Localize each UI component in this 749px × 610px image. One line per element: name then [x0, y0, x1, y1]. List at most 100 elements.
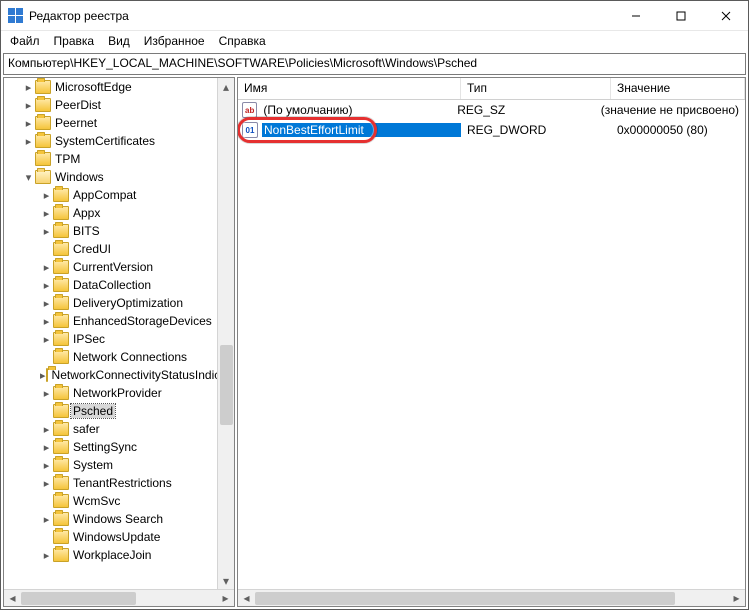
- tree-item[interactable]: AppCompat: [4, 186, 217, 204]
- tree-horizontal-scrollbar[interactable]: ◂ ▸: [4, 589, 234, 606]
- folder-closed-icon: [53, 404, 69, 418]
- expander-closed-icon[interactable]: [22, 135, 35, 148]
- tree-item[interactable]: MicrosoftEdge: [4, 78, 217, 96]
- expander-closed-icon[interactable]: [40, 549, 53, 562]
- menu-view[interactable]: Вид: [101, 33, 137, 49]
- minimize-button[interactable]: [613, 1, 658, 30]
- tree-item[interactable]: Psched: [4, 402, 217, 420]
- tree-item-label: Network Connections: [71, 350, 189, 364]
- maximize-button[interactable]: [658, 1, 703, 30]
- expander-closed-icon[interactable]: [40, 387, 53, 400]
- tree-item[interactable]: Appx: [4, 204, 217, 222]
- tree-item-label: CredUI: [71, 242, 113, 256]
- tree-item[interactable]: DataCollection: [4, 276, 217, 294]
- tree-item-label: safer: [71, 422, 102, 436]
- scroll-up-icon[interactable]: ▴: [218, 78, 234, 95]
- scroll-left-icon[interactable]: ◂: [4, 590, 21, 607]
- expander-closed-icon[interactable]: [40, 459, 53, 472]
- close-button[interactable]: [703, 1, 748, 30]
- tree-item[interactable]: CredUI: [4, 240, 217, 258]
- regedit-icon: [7, 8, 23, 24]
- menu-file[interactable]: Файл: [3, 33, 47, 49]
- expander-closed-icon[interactable]: [22, 99, 35, 112]
- value-data: 0x00000050 (80): [611, 123, 745, 137]
- values-list[interactable]: ab(По умолчанию)REG_SZ(значение не присв…: [238, 100, 745, 140]
- tree-item[interactable]: NetworkProvider: [4, 384, 217, 402]
- string-value-icon: ab: [242, 102, 257, 118]
- expander-closed-icon[interactable]: [40, 279, 53, 292]
- tree-pane: MicrosoftEdge PeerDist Peernet SystemCertif…: [3, 77, 235, 607]
- value-name: (По умолчанию): [261, 103, 451, 117]
- menu-edit[interactable]: Правка: [47, 33, 102, 49]
- scroll-left-icon[interactable]: ◂: [238, 590, 255, 607]
- tree-item-label: PeerDist: [53, 98, 103, 112]
- expander-closed-icon[interactable]: [40, 369, 46, 382]
- column-value[interactable]: Значение: [611, 78, 745, 99]
- tree-item[interactable]: CurrentVersion: [4, 258, 217, 276]
- folder-closed-icon: [53, 350, 69, 364]
- tree-item[interactable]: TenantRestrictions: [4, 474, 217, 492]
- expander-closed-icon[interactable]: [40, 441, 53, 454]
- expander-closed-icon[interactable]: [40, 513, 53, 526]
- titlebar[interactable]: Редактор реестра: [1, 1, 748, 31]
- menubar: Файл Правка Вид Избранное Справка: [1, 31, 748, 51]
- tree-item[interactable]: Windows: [4, 168, 217, 186]
- tree-item[interactable]: SystemCertificates: [4, 132, 217, 150]
- expander-closed-icon[interactable]: [40, 225, 53, 238]
- value-row[interactable]: ab(По умолчанию)REG_SZ(значение не присв…: [238, 100, 745, 120]
- tree-item-label: BITS: [71, 224, 102, 238]
- tree-item[interactable]: WcmSvc: [4, 492, 217, 510]
- list-horizontal-scrollbar[interactable]: ◂ ▸: [238, 589, 745, 606]
- tree-item[interactable]: IPSec: [4, 330, 217, 348]
- dword-value-icon: 01: [242, 122, 258, 138]
- tree-item[interactable]: Windows Search: [4, 510, 217, 528]
- expander-closed-icon[interactable]: [22, 117, 35, 130]
- expander-closed-icon[interactable]: [22, 81, 35, 94]
- menu-favorites[interactable]: Избранное: [137, 33, 212, 49]
- tree-item[interactable]: EnhancedStorageDevices: [4, 312, 217, 330]
- expander-closed-icon[interactable]: [40, 261, 53, 274]
- tree-item[interactable]: WorkplaceJoin: [4, 546, 217, 564]
- expander-closed-icon[interactable]: [40, 189, 53, 202]
- tree-vertical-scrollbar[interactable]: ▴ ▾: [217, 78, 234, 589]
- expander-closed-icon[interactable]: [40, 207, 53, 220]
- tree-item[interactable]: SettingSync: [4, 438, 217, 456]
- scroll-down-icon[interactable]: ▾: [218, 572, 234, 589]
- expander-closed-icon[interactable]: [40, 423, 53, 436]
- menu-help[interactable]: Справка: [212, 33, 273, 49]
- tree-item-label: Peernet: [53, 116, 99, 130]
- expander-open-icon[interactable]: [22, 171, 35, 184]
- folder-closed-icon: [35, 152, 51, 166]
- folder-closed-icon: [53, 206, 69, 220]
- tree-item[interactable]: Network Connections: [4, 348, 217, 366]
- tree-item[interactable]: Peernet: [4, 114, 217, 132]
- expander-closed-icon[interactable]: [40, 477, 53, 490]
- tree-item-label: DataCollection: [71, 278, 153, 292]
- folder-closed-icon: [53, 332, 69, 346]
- column-name[interactable]: Имя: [238, 78, 461, 99]
- tree-item-label: NetworkProvider: [71, 386, 164, 400]
- tree-item-label: WindowsUpdate: [71, 530, 162, 544]
- tree-item[interactable]: safer: [4, 420, 217, 438]
- tree-item[interactable]: BITS: [4, 222, 217, 240]
- tree-item[interactable]: System: [4, 456, 217, 474]
- tree-item[interactable]: PeerDist: [4, 96, 217, 114]
- tree-item-label: Windows Search: [71, 512, 165, 526]
- expander-closed-icon[interactable]: [40, 315, 53, 328]
- expander-closed-icon[interactable]: [40, 297, 53, 310]
- scroll-right-icon[interactable]: ▸: [217, 590, 234, 607]
- value-row[interactable]: 01NonBestEffortLimitREG_DWORD0x00000050 …: [238, 120, 745, 140]
- tree-item[interactable]: DeliveryOptimization: [4, 294, 217, 312]
- tree-item-label: TPM: [53, 152, 82, 166]
- address-bar[interactable]: Компьютер\HKEY_LOCAL_MACHINE\SOFTWARE\Po…: [3, 53, 746, 75]
- tree-item-label: NetworkConnectivityStatusIndicator: [50, 368, 217, 382]
- scroll-right-icon[interactable]: ▸: [728, 590, 745, 607]
- tree-item[interactable]: TPM: [4, 150, 217, 168]
- tree-item-label: System: [71, 458, 115, 472]
- column-type[interactable]: Тип: [461, 78, 611, 99]
- tree-item[interactable]: NetworkConnectivityStatusIndicator: [4, 366, 217, 384]
- tree-list[interactable]: MicrosoftEdge PeerDist Peernet SystemCertif…: [4, 78, 217, 564]
- tree-item[interactable]: WindowsUpdate: [4, 528, 217, 546]
- expander-closed-icon[interactable]: [40, 333, 53, 346]
- tree-item-label: Psched: [71, 404, 115, 418]
